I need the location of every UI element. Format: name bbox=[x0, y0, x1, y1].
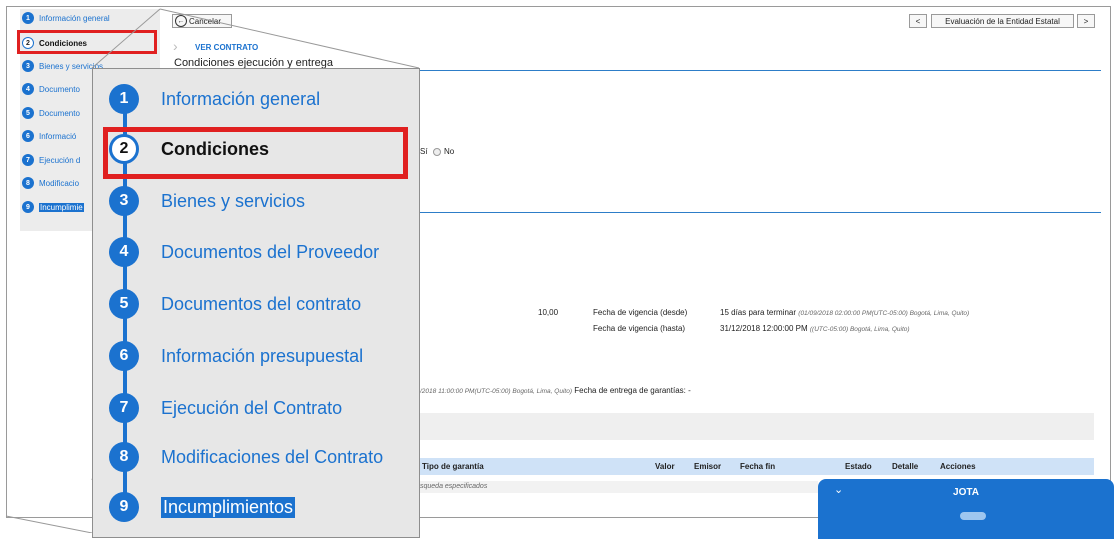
step-number: 6 bbox=[109, 341, 139, 371]
step-number: 5 bbox=[109, 289, 139, 319]
zoomed-sidebar: 1 Información general 2 Condiciones 3 Bi… bbox=[92, 68, 420, 538]
zoom-item-incumplimientos[interactable]: 9 Incumplimientos bbox=[109, 489, 296, 525]
step-number: 4 bbox=[109, 237, 139, 267]
zoom-item-label: Bienes y servicios bbox=[161, 190, 306, 211]
zoom-item-bienes-servicios[interactable]: 3 Bienes y servicios bbox=[109, 183, 305, 219]
zoom-item-label: Ejecución del Contrato bbox=[161, 397, 343, 418]
step-number: 8 bbox=[109, 442, 139, 472]
zoom-line-bottom-left bbox=[5, 515, 93, 533]
zoom-item-label: Incumplimientos bbox=[161, 496, 296, 518]
zoom-item-label: Información general bbox=[161, 88, 321, 109]
zoom-item-modificaciones[interactable]: 8 Modificaciones del Contrato bbox=[109, 439, 383, 475]
zoom-item-label: Documentos del Proveedor bbox=[161, 241, 380, 262]
highlight-box-zoom bbox=[103, 127, 408, 179]
step-number: 1 bbox=[109, 84, 139, 114]
zoom-item-documentos-contrato[interactable]: 5 Documentos del contrato bbox=[109, 286, 361, 322]
zoom-item-informacion-presupuestal[interactable]: 6 Información presupuestal bbox=[109, 338, 363, 374]
zoom-line-top-right bbox=[159, 8, 420, 69]
step-number: 3 bbox=[109, 186, 139, 216]
zoom-item-informacion-general[interactable]: 1 Información general bbox=[109, 81, 320, 117]
zoom-item-label: Información presupuestal bbox=[161, 345, 364, 366]
zoom-item-ejecucion[interactable]: 7 Ejecución del Contrato bbox=[109, 390, 342, 426]
zoom-line-top-left bbox=[91, 8, 161, 69]
step-number: 7 bbox=[109, 393, 139, 423]
step-number: 9 bbox=[109, 492, 139, 522]
zoom-item-documentos-proveedor[interactable]: 4 Documentos del Proveedor bbox=[109, 234, 379, 270]
zoom-item-label: Documentos del contrato bbox=[161, 293, 362, 314]
zoom-item-label: Modificaciones del Contrato bbox=[161, 446, 384, 467]
